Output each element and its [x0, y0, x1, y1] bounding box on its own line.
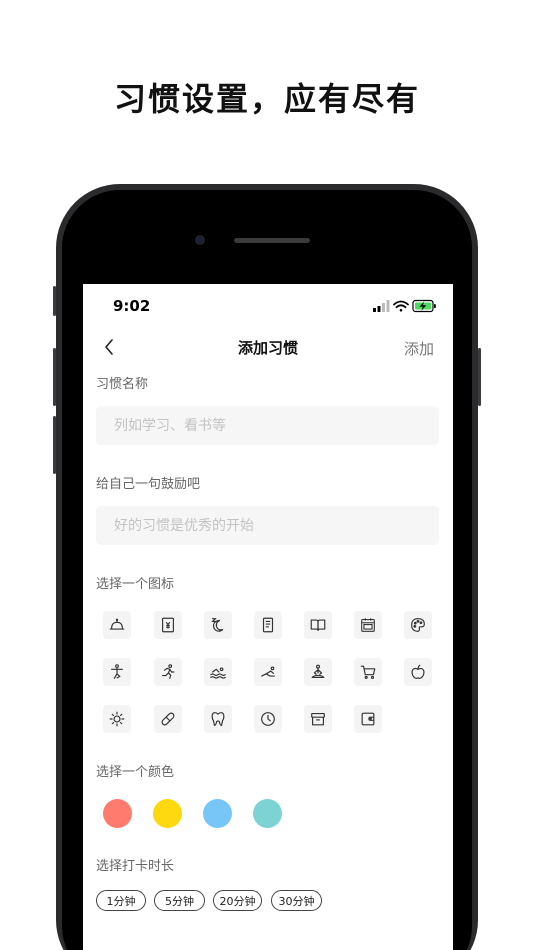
icon-option-yoga[interactable] — [103, 658, 131, 686]
color-swatch-yellow[interactable] — [153, 799, 182, 828]
color-swatch-teal[interactable] — [253, 799, 282, 828]
icon-option-cart[interactable] — [354, 658, 382, 686]
duration-section-label: 选择打卡时长 — [96, 859, 175, 874]
icon-option-tooth[interactable] — [204, 705, 232, 733]
status-bar-icons — [373, 299, 436, 313]
add-button[interactable]: 添加 — [404, 338, 434, 359]
tooth-icon — [211, 712, 225, 726]
icon-option-stretching[interactable] — [254, 658, 282, 686]
icon-option-clock[interactable] — [254, 705, 282, 733]
icon-option-swimming[interactable] — [204, 658, 232, 686]
pill-icon — [161, 712, 175, 726]
icon-option-scroll[interactable] — [254, 611, 282, 639]
icon-option-apple[interactable] — [404, 658, 432, 686]
cart-icon — [360, 665, 376, 679]
front-camera — [195, 235, 205, 245]
promo-headline: 习惯设置，应有尽有 — [113, 80, 420, 118]
battery-charging-icon — [412, 299, 436, 313]
open-book-icon — [310, 619, 326, 631]
duration-option-20[interactable]: 20分钟 — [213, 890, 262, 911]
running-icon — [162, 664, 175, 679]
palette-icon — [411, 618, 425, 632]
motto-input[interactable] — [96, 506, 439, 545]
icon-option-box[interactable] — [304, 705, 332, 733]
clock-icon — [261, 712, 275, 726]
motto-label: 给自己一句鼓励吧 — [96, 477, 201, 492]
wallet-icon — [361, 712, 375, 726]
sun-icon — [109, 711, 125, 727]
page-title: 添加习惯 — [237, 339, 298, 357]
volume-down-button — [53, 416, 56, 474]
mute-switch — [53, 286, 56, 316]
box-icon — [311, 713, 325, 726]
meditation-icon — [311, 664, 325, 678]
icon-option-sleep[interactable] — [204, 611, 232, 639]
status-time: 9:02 — [113, 297, 151, 315]
cloche-icon — [109, 618, 125, 630]
power-button — [478, 348, 481, 406]
icon-option-cloche[interactable] — [103, 611, 131, 639]
duration-option-5[interactable]: 5分钟 — [154, 890, 205, 911]
yoga-icon — [111, 664, 123, 679]
icon-option-running[interactable] — [154, 658, 182, 686]
habit-name-label: 习惯名称 — [96, 377, 149, 392]
signal-icon — [373, 300, 390, 312]
volume-up-button — [53, 348, 56, 406]
scroll-icon — [262, 617, 274, 633]
duration-option-30[interactable]: 30分钟 — [271, 890, 322, 911]
icon-option-book[interactable] — [304, 611, 332, 639]
duration-option-1[interactable]: 1分钟 — [96, 890, 146, 911]
icon-option-wallet[interactable] — [354, 705, 382, 733]
color-section-label: 选择一个颜色 — [96, 765, 175, 780]
earpiece-speaker — [234, 238, 310, 243]
calendar-icon — [361, 618, 375, 632]
wifi-icon — [393, 300, 409, 312]
color-swatch-coral[interactable] — [103, 799, 132, 828]
icon-option-pill[interactable] — [154, 705, 182, 733]
moon-sleep-icon — [211, 618, 224, 632]
icon-option-meditation[interactable] — [304, 658, 332, 686]
app-screen: 9:02 添加习惯 添加 习惯名称 给自己一句鼓励吧 选择一个图标 — [83, 284, 453, 950]
swimming-icon — [210, 667, 226, 679]
receipt-icon — [162, 617, 174, 633]
icon-section-label: 选择一个图标 — [96, 577, 175, 592]
apple-icon — [411, 664, 425, 679]
habit-name-input[interactable] — [96, 406, 439, 445]
icon-option-receipt[interactable] — [154, 611, 182, 639]
icon-option-calendar[interactable] — [354, 611, 382, 639]
icon-option-sun[interactable] — [103, 705, 131, 733]
color-swatch-sky-blue[interactable] — [203, 799, 232, 828]
icon-option-palette[interactable] — [404, 611, 432, 639]
stretching-icon — [261, 666, 275, 677]
